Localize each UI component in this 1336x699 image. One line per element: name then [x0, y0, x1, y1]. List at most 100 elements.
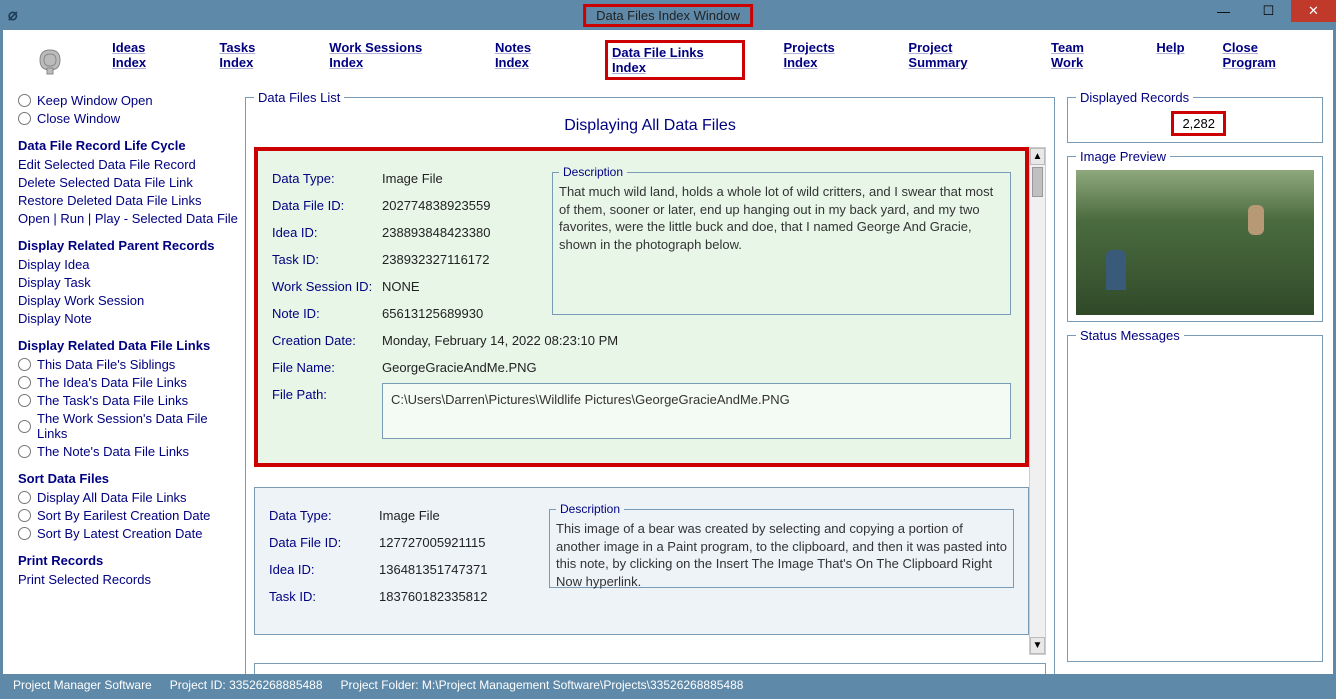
- radio-siblings[interactable]: This Data File's Siblings: [18, 357, 240, 372]
- main-toolbar: Ideas Index Tasks Index Work Sessions In…: [3, 30, 1333, 90]
- menu-project-summary[interactable]: Project Summary: [908, 40, 1013, 80]
- label-data-type: Data Type:: [272, 165, 382, 192]
- value-data-file-id: 127727005921115: [379, 529, 549, 556]
- value-task-id: 183760182335812: [379, 583, 549, 610]
- radio-earliest-label: Sort By Earilest Creation Date: [37, 508, 210, 523]
- value-data-file-id: 202774838923559: [382, 192, 552, 219]
- sidebar: Keep Window Open Close Window Data File …: [13, 90, 245, 668]
- status-project-id: Project ID: 33526268885488: [170, 678, 323, 692]
- app-content: Ideas Index Tasks Index Work Sessions In…: [0, 30, 1336, 699]
- status-project-folder: Project Folder: M:\Project Management So…: [341, 678, 744, 692]
- label-file-name: File Name:: [272, 354, 382, 381]
- link-open-run-play[interactable]: Open | Run | Play - Selected Data File: [18, 211, 240, 226]
- label-idea-id: Idea ID:: [272, 219, 382, 246]
- radio-task-links[interactable]: The Task's Data File Links: [18, 393, 240, 408]
- value-file-path: C:\Users\Darren\Pictures\Wildlife Pictur…: [382, 383, 1011, 439]
- status-bar: Project Manager Software Project ID: 335…: [3, 674, 1333, 696]
- section-related-links: Display Related Data File Links: [18, 338, 240, 353]
- section-parent-records: Display Related Parent Records: [18, 238, 240, 253]
- image-preview: [1076, 170, 1314, 315]
- description-text: That much wild land, holds a whole lot o…: [559, 183, 1004, 253]
- list-title: Displaying All Data Files: [254, 117, 1046, 135]
- status-messages-fieldset: Status Messages: [1067, 328, 1323, 662]
- label-task-id: Task ID:: [272, 246, 382, 273]
- maximize-button[interactable]: ☐: [1246, 0, 1291, 22]
- link-delete-link[interactable]: Delete Selected Data File Link: [18, 175, 240, 190]
- search-bar: Search Advanced Search Reset: [254, 663, 1046, 674]
- label-file-path: File Path:: [272, 381, 382, 439]
- link-print-selected[interactable]: Print Selected Records: [18, 572, 240, 587]
- label-data-file-id: Data File ID:: [269, 529, 379, 556]
- close-button[interactable]: ✕: [1291, 0, 1336, 22]
- radio-task-links-label: The Task's Data File Links: [37, 393, 188, 408]
- link-restore-links[interactable]: Restore Deleted Data File Links: [18, 193, 240, 208]
- scroll-thumb[interactable]: [1032, 167, 1043, 197]
- radio-work-links-label: The Work Session's Data File Links: [37, 411, 240, 441]
- image-preview-legend: Image Preview: [1076, 149, 1170, 164]
- scroll-track[interactable]: [1030, 199, 1045, 637]
- value-note-id: 65613125689930: [382, 300, 552, 327]
- description-legend: Description: [556, 502, 624, 516]
- menu-projects-index[interactable]: Projects Index: [783, 40, 870, 80]
- radio-latest-label: Sort By Latest Creation Date: [37, 526, 202, 541]
- radio-work-links[interactable]: The Work Session's Data File Links: [18, 411, 240, 441]
- radio-close-label: Close Window: [37, 111, 120, 126]
- section-life-cycle: Data File Record Life Cycle: [18, 138, 240, 153]
- status-messages-legend: Status Messages: [1076, 328, 1184, 343]
- value-file-name: GeorgeGracieAndMe.PNG: [382, 354, 1011, 381]
- description-fieldset: Description That much wild land, holds a…: [552, 165, 1011, 315]
- list-scroll-area: Data Type: Image File Description That m…: [254, 147, 1046, 655]
- label-note-id: Note ID:: [272, 300, 382, 327]
- value-task-id: 238932327116172: [382, 246, 552, 273]
- link-display-idea[interactable]: Display Idea: [18, 257, 240, 272]
- label-work-session-id: Work Session ID:: [272, 273, 382, 300]
- value-data-type: Image File: [379, 502, 549, 529]
- label-task-id: Task ID:: [269, 583, 379, 610]
- menu-ideas-index[interactable]: Ideas Index: [112, 40, 181, 80]
- search-input[interactable]: [254, 663, 1046, 674]
- data-files-list-fieldset: Data Files List Displaying All Data File…: [245, 90, 1055, 674]
- description-text: This image of a bear was created by sele…: [556, 520, 1007, 590]
- value-idea-id: 136481351747371: [379, 556, 549, 583]
- radio-idea-links-label: The Idea's Data File Links: [37, 375, 187, 390]
- radio-keep-window-open[interactable]: Keep Window Open: [18, 93, 240, 108]
- list-inner: Data Type: Image File Description That m…: [254, 147, 1029, 655]
- radio-idea-links[interactable]: The Idea's Data File Links: [18, 375, 240, 390]
- scroll-up-arrow-icon[interactable]: ▲: [1030, 148, 1045, 165]
- vertical-scrollbar[interactable]: ▲ ▼: [1029, 147, 1046, 655]
- menu-help[interactable]: Help: [1156, 40, 1184, 80]
- scroll-down-arrow-icon[interactable]: ▼: [1030, 637, 1045, 654]
- value-work-session-id: NONE: [382, 273, 552, 300]
- radio-keep-open-label: Keep Window Open: [37, 93, 153, 108]
- radio-note-links[interactable]: The Note's Data File Links: [18, 444, 240, 459]
- link-edit-record[interactable]: Edit Selected Data File Record: [18, 157, 240, 172]
- radio-close-window[interactable]: Close Window: [18, 111, 240, 126]
- minimize-button[interactable]: —: [1201, 0, 1246, 22]
- main-menu: Ideas Index Tasks Index Work Sessions In…: [112, 40, 1313, 80]
- menu-team-work[interactable]: Team Work: [1051, 40, 1118, 80]
- status-app-name: Project Manager Software: [13, 678, 152, 692]
- menu-data-file-links-index[interactable]: Data File Links Index: [605, 40, 745, 80]
- link-display-work-session[interactable]: Display Work Session: [18, 293, 240, 308]
- description-legend: Description: [559, 165, 627, 179]
- menu-work-sessions-index[interactable]: Work Sessions Index: [329, 40, 457, 80]
- label-data-type: Data Type:: [269, 502, 379, 529]
- data-file-record[interactable]: Data Type: Image File Description That m…: [254, 147, 1029, 467]
- titlebar: ⌀ Data Files Index Window — ☐ ✕: [0, 0, 1336, 30]
- window-title: Data Files Index Window: [583, 4, 753, 27]
- radio-sort-latest[interactable]: Sort By Latest Creation Date: [18, 526, 240, 541]
- data-file-record[interactable]: Data Type: Image File Description This i…: [254, 487, 1029, 635]
- main-panel: Data Files List Displaying All Data File…: [245, 90, 1055, 668]
- label-data-file-id: Data File ID:: [272, 192, 382, 219]
- menu-close-program[interactable]: Close Program: [1223, 40, 1313, 80]
- right-column: Displayed Records 2,282 Image Preview St…: [1055, 90, 1323, 668]
- displayed-records-count: 2,282: [1171, 111, 1226, 136]
- link-display-task[interactable]: Display Task: [18, 275, 240, 290]
- menu-notes-index[interactable]: Notes Index: [495, 40, 567, 80]
- menu-tasks-index[interactable]: Tasks Index: [219, 40, 291, 80]
- radio-display-all[interactable]: Display All Data File Links: [18, 490, 240, 505]
- label-creation-date: Creation Date:: [272, 327, 382, 354]
- displayed-records-legend: Displayed Records: [1076, 90, 1193, 105]
- radio-sort-earliest[interactable]: Sort By Earilest Creation Date: [18, 508, 240, 523]
- link-display-note[interactable]: Display Note: [18, 311, 240, 326]
